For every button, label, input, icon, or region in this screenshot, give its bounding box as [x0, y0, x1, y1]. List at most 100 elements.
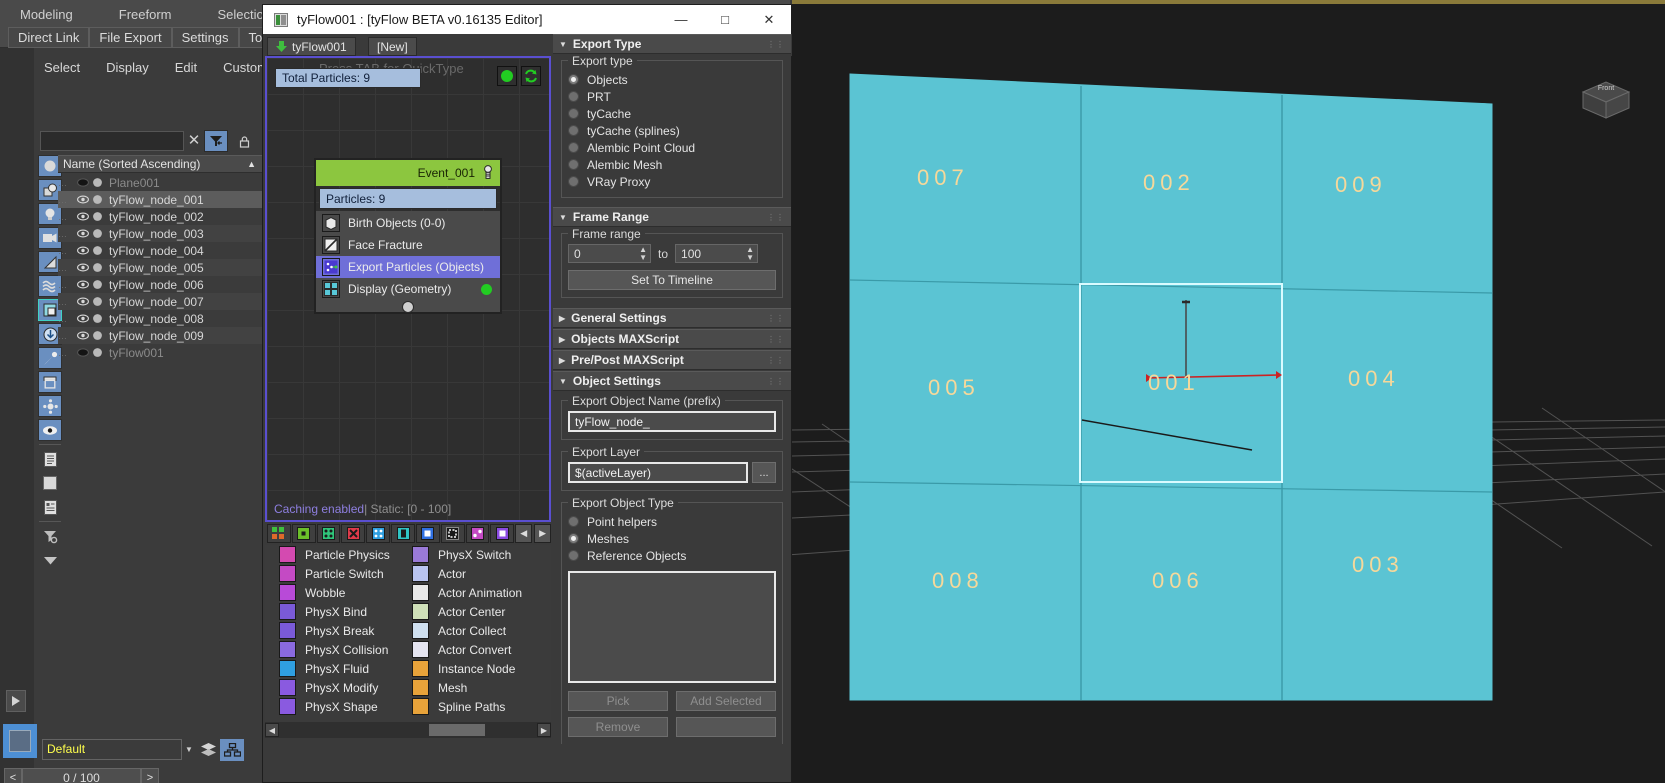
set-to-timeline-button[interactable]: Set To Timeline	[568, 270, 776, 290]
extra-button[interactable]	[676, 717, 776, 737]
export-type-option-alembic-point-cloud[interactable]: Alembic Point Cloud	[568, 139, 776, 156]
operator-palette-scrollbar[interactable]: ◀ ▶	[265, 722, 551, 738]
menu-tab-file-export[interactable]: File Export	[89, 27, 172, 48]
operator-palette-item[interactable]: PhysX Modify	[265, 678, 408, 697]
optab-shape-icon[interactable]	[415, 523, 440, 543]
scene-menu-edit[interactable]: Edit	[175, 60, 197, 75]
node-operator-row[interactable]: Display (Geometry)	[316, 278, 500, 300]
operator-palette-item[interactable]: Instance Node	[408, 659, 551, 678]
operator-palette-item[interactable]: Actor Convert	[408, 640, 551, 659]
scene-menu-display[interactable]: Display	[106, 60, 149, 75]
visibility-eye-icon[interactable]	[76, 245, 90, 257]
node-operator-row[interactable]: Face Fracture	[316, 234, 500, 256]
tree-row[interactable]: … Plane001	[58, 174, 262, 191]
render-toggle-icon[interactable]	[90, 245, 104, 257]
visibility-eye-icon[interactable]	[76, 330, 90, 342]
prev-frame-button[interactable]: <	[4, 768, 22, 783]
rollout-prepost-maxscript-header[interactable]: ▶ Pre/Post MAXScript ⋮⋮	[553, 350, 791, 370]
filter-settings-icon[interactable]	[38, 525, 62, 547]
simulate-toggle-icon[interactable]	[497, 66, 517, 86]
scene-explorer-icon[interactable]	[220, 738, 244, 761]
scroll-thumb[interactable]	[428, 724, 485, 736]
minimize-button[interactable]: —	[659, 5, 703, 34]
render-toggle-icon[interactable]	[90, 347, 104, 359]
close-button[interactable]: ✕	[747, 5, 791, 34]
tree-row[interactable]: … tyFlow_node_008	[58, 310, 262, 327]
operator-palette-item[interactable]: PhysX Bind	[265, 602, 408, 621]
operator-palette-item[interactable]: PhysX Collision	[265, 640, 408, 659]
visibility-eye-icon[interactable]	[76, 194, 90, 206]
render-toggle-icon[interactable]	[90, 211, 104, 223]
menu-tab-direct-link[interactable]: Direct Link	[8, 27, 90, 48]
visibility-eye-icon[interactable]	[38, 419, 62, 441]
visibility-eye-icon[interactable]	[76, 262, 90, 274]
op-tabs-next-button[interactable]: ▶	[534, 523, 552, 543]
tree-row[interactable]: … tyFlow_node_001	[58, 191, 262, 208]
reference-objects-listbox[interactable]	[568, 571, 776, 683]
operator-palette-item[interactable]: Actor Center	[408, 602, 551, 621]
filter-icon[interactable]	[204, 130, 228, 152]
export-type-option-objects[interactable]: Objects	[568, 71, 776, 88]
optab-modifier-icon[interactable]	[440, 523, 465, 543]
ribbon-tab-modeling[interactable]: Modeling	[20, 7, 73, 22]
render-toggle-icon[interactable]	[90, 313, 104, 325]
block-view-icon[interactable]	[38, 472, 62, 494]
collapse-arrow-icon[interactable]	[38, 549, 62, 571]
lock-icon[interactable]	[233, 130, 255, 152]
export-type-option-tycache-splines[interactable]: tyCache (splines)	[568, 122, 776, 139]
tab-tyflow001[interactable]: tyFlow001	[267, 37, 356, 56]
operator-palette[interactable]: Particle Physics Particle Switch Wobble Phy…	[265, 545, 551, 727]
export-type-radio-group[interactable]: Objects PRT tyCache tyCache (splines) Alembi…	[568, 71, 776, 190]
next-frame-button[interactable]: >	[141, 768, 159, 783]
expand-toolbar-button[interactable]	[6, 690, 26, 712]
render-toggle-icon[interactable]	[90, 296, 104, 308]
operator-palette-item[interactable]: Wobble	[265, 583, 408, 602]
export-object-name-input[interactable]: tyFlow_node_	[568, 411, 776, 432]
maximize-button[interactable]: □	[703, 5, 747, 34]
spinner-arrows-icon[interactable]: ▲ ▼	[746, 245, 754, 262]
search-input[interactable]	[40, 131, 184, 151]
op-tabs-prev-button[interactable]: ◀	[515, 523, 533, 543]
operator-palette-item[interactable]: Actor	[408, 564, 551, 583]
layer-manager-icon[interactable]	[196, 739, 220, 761]
material-color-swatch[interactable]	[3, 724, 37, 758]
operator-palette-item[interactable]: Particle Switch	[265, 564, 408, 583]
add-selected-button[interactable]: Add Selected	[676, 691, 776, 711]
object-type-option-reference-objects[interactable]: Reference Objects	[568, 547, 776, 564]
operator-palette-item[interactable]: Spline Paths	[408, 697, 551, 716]
optab-physics-icon[interactable]	[366, 523, 391, 543]
node-operator-row[interactable]: Export Particles (Objects)	[316, 256, 500, 278]
filter-containers-icon[interactable]	[38, 371, 62, 393]
pick-button[interactable]: Pick	[568, 691, 668, 711]
visibility-eye-icon[interactable]	[76, 211, 90, 223]
scroll-track[interactable]	[279, 724, 537, 736]
render-toggle-icon[interactable]	[90, 228, 104, 240]
filter-particles-icon[interactable]	[38, 395, 62, 417]
operator-enabled-dot[interactable]	[481, 283, 492, 295]
scroll-right-button[interactable]: ▶	[537, 723, 551, 737]
tyflow-titlebar[interactable]: tyFlow001 : [tyFlow BETA v0.16135 Editor…	[263, 5, 791, 34]
scene-tree-list[interactable]: … Plane001 … tyFlow_node_001 … tyFlow_node_00…	[58, 174, 262, 361]
frame-start-spinner[interactable]: 0 ▲ ▼	[568, 244, 651, 263]
rollout-frame-range-header[interactable]: ▼ Frame Range ⋮⋮	[553, 207, 791, 227]
tree-row[interactable]: … tyFlow_node_003	[58, 225, 262, 242]
render-toggle-icon[interactable]	[90, 279, 104, 291]
tree-row[interactable]: … tyFlow001	[58, 344, 262, 361]
operator-palette-item[interactable]: Actor Collect	[408, 621, 551, 640]
export-type-option-tycache[interactable]: tyCache	[568, 105, 776, 122]
optab-delete-icon[interactable]	[341, 523, 366, 543]
event-node-header[interactable]: Event_001	[316, 160, 500, 186]
rollout-objects-maxscript-header[interactable]: ▶ Objects MAXScript ⋮⋮	[553, 329, 791, 349]
rollout-export-type-header[interactable]: ▼ Export Type ⋮⋮	[553, 34, 791, 54]
refresh-icon[interactable]	[521, 66, 541, 86]
frame-counter[interactable]: 0 / 100	[22, 768, 141, 783]
tree-row[interactable]: … tyFlow_node_005	[58, 259, 262, 276]
tab-new[interactable]: [New]	[368, 37, 417, 56]
layer-dropdown-icon[interactable]: ▼	[182, 745, 196, 754]
operator-palette-item[interactable]: Actor Animation	[408, 583, 551, 602]
operator-palette-item[interactable]: PhysX Break	[265, 621, 408, 640]
export-layer-input[interactable]: $(activeLayer)	[568, 462, 748, 483]
event-node-001[interactable]: Event_001 Particles: 9 Birth Objects (0-…	[314, 158, 502, 314]
tree-row[interactable]: … tyFlow_node_007	[58, 293, 262, 310]
visibility-eye-icon[interactable]	[76, 177, 90, 189]
